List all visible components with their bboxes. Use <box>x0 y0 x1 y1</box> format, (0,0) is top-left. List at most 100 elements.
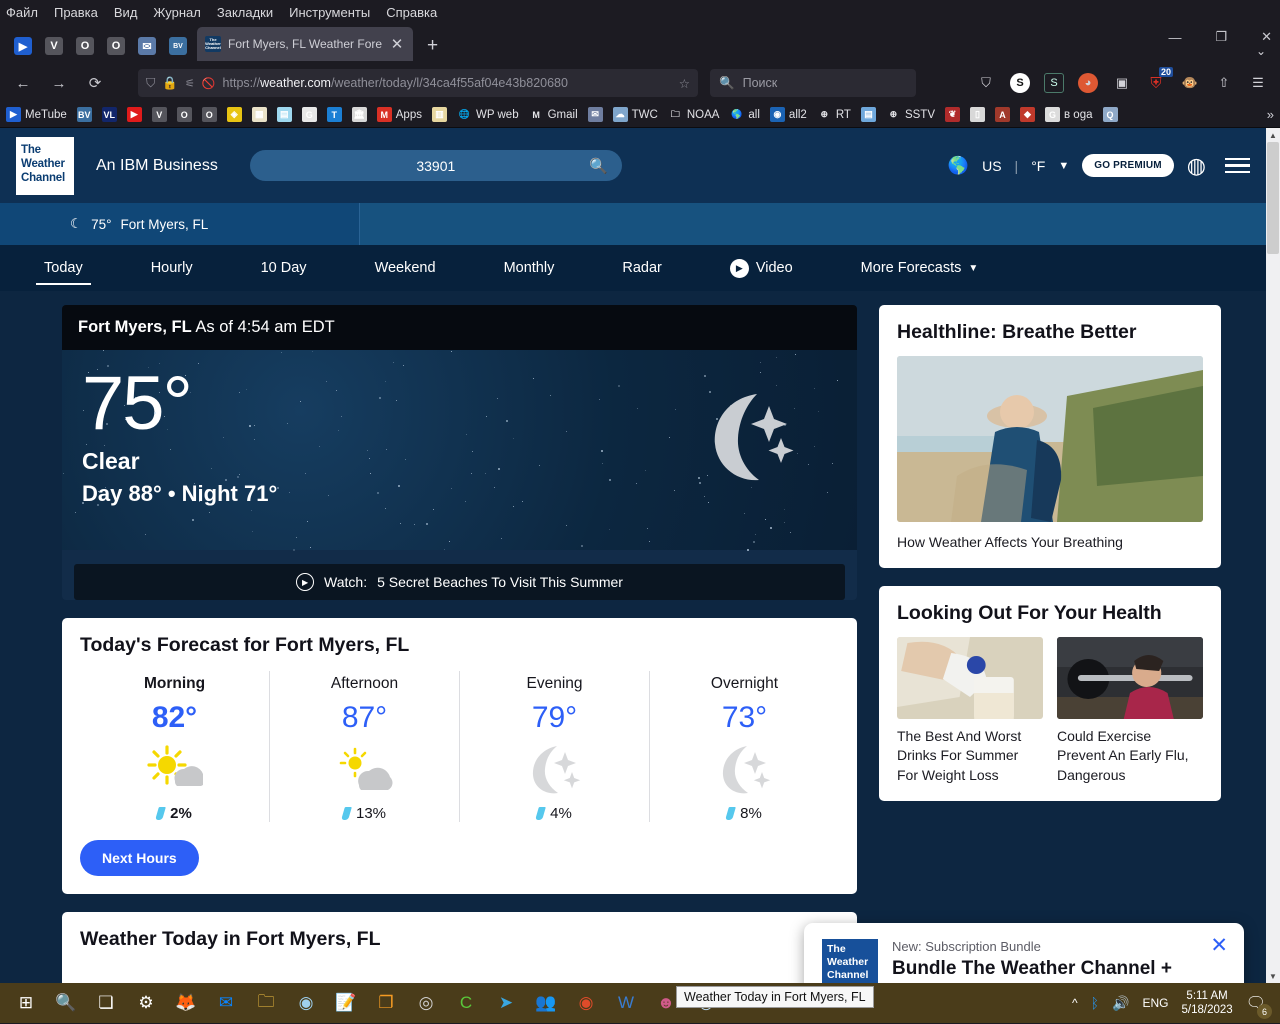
watch-video-bar[interactable]: ▶ Watch: 5 Secret Beaches To Visit This … <box>74 564 845 600</box>
pinned-tab-o2-icon[interactable]: O <box>107 37 125 55</box>
site-search-input[interactable]: 33901 🔍 <box>249 150 622 181</box>
menu-view[interactable]: Вид <box>114 5 138 20</box>
health-item-1[interactable]: The Best And Worst Drinks For Summer For… <box>897 636 1043 785</box>
bookmark-item[interactable]: Gв oga <box>1045 107 1093 122</box>
healthline-caption[interactable]: How Weather Affects Your Breathing <box>897 533 1203 552</box>
telegram-icon[interactable]: ➤ <box>486 983 526 1023</box>
adblock-icon[interactable]: ⛨ 20 <box>1146 67 1173 93</box>
health-item-2[interactable]: Could Exercise Prevent An Early Flu, Dan… <box>1057 636 1203 785</box>
bookmark-item[interactable]: ▶ <box>126 107 142 122</box>
bookmark-item[interactable]: ▤ <box>276 107 292 122</box>
forward-button[interactable]: → <box>44 69 74 97</box>
word-icon[interactable]: W <box>606 983 646 1023</box>
search-icon[interactable]: 🔍 <box>46 983 86 1023</box>
pinned-tab-v-icon[interactable]: V <box>45 37 63 55</box>
list-all-tabs-icon[interactable]: ⌄ <box>1256 44 1266 58</box>
bookmark-item[interactable]: ◆ <box>1020 107 1035 122</box>
globe-icon[interactable]: 🌎 <box>948 156 969 176</box>
back-button[interactable]: ← <box>8 69 38 97</box>
bookmark-item[interactable]: Q <box>1102 107 1118 122</box>
menu-help[interactable]: Справка <box>386 5 437 20</box>
minimize-button[interactable]: — <box>1168 30 1181 45</box>
new-tab-button[interactable]: + <box>427 35 438 57</box>
extension-icon[interactable]: ⇧ <box>1214 73 1234 93</box>
tracking-off-icon[interactable]: 🚫 <box>202 77 216 90</box>
nav-tab-10-day[interactable]: 10 Day <box>253 245 315 291</box>
bluetooth-icon[interactable]: ᛒ <box>1091 995 1099 1011</box>
page-scrollbar[interactable]: ▲ ▼ <box>1266 128 1280 983</box>
bookmark-item[interactable]: T <box>326 107 342 122</box>
bookmark-item[interactable]: ☁ TWC <box>612 107 658 122</box>
bookmark-item[interactable]: ⊕ RT <box>817 107 851 122</box>
bookmark-item[interactable]: ◉ all2 <box>769 107 807 122</box>
menu-edit[interactable]: Правка <box>54 5 98 20</box>
weather-channel-logo[interactable]: The Weather Channel <box>16 136 74 195</box>
bookmark-item[interactable]: M Gmail <box>529 107 577 122</box>
menu-bookmarks[interactable]: Закладки <box>217 5 273 20</box>
close-tab-icon[interactable]: ✕ <box>389 35 405 53</box>
start-icon[interactable]: ⊞ <box>6 983 46 1023</box>
maximize-button[interactable]: ❐ <box>1215 29 1227 45</box>
c-app-icon[interactable]: C <box>446 983 486 1023</box>
bookmark-item[interactable]: V <box>151 107 167 122</box>
bookmark-item[interactable]: O <box>176 107 192 122</box>
settings-icon[interactable]: ⚙ <box>126 983 166 1023</box>
scroll-down-arrow[interactable]: ▼ <box>1266 969 1280 983</box>
steam-icon[interactable]: ◉ <box>286 983 326 1023</box>
thunderbird-icon[interactable]: ✉ <box>206 983 246 1023</box>
app-menu-icon[interactable]: ☰ <box>1248 73 1268 93</box>
next-hours-button[interactable]: Next Hours <box>80 840 199 876</box>
search-bar[interactable]: 🔍 Поиск <box>710 69 916 97</box>
nav-tab-more-forecasts[interactable]: More Forecasts ▼ <box>853 245 987 291</box>
nav-tab-weekend[interactable]: Weekend <box>367 245 444 291</box>
close-icon[interactable]: ✕ <box>1210 933 1228 958</box>
virtualbox-icon[interactable]: ❐ <box>366 983 406 1023</box>
bookmark-item[interactable]: ▶ MeTube <box>6 107 67 122</box>
bookmark-star-icon[interactable]: ☆ <box>679 76 690 91</box>
monkey-icon[interactable]: 🐵 <box>1180 73 1200 93</box>
healthline-image[interactable] <box>897 356 1203 522</box>
scrollbar-thumb[interactable] <box>1267 142 1279 254</box>
firefox-icon[interactable]: 🦊 <box>166 983 206 1023</box>
bookmark-item[interactable]: G <box>301 107 317 122</box>
hamburger-icon[interactable] <box>1225 157 1250 174</box>
nav-tab-radar[interactable]: Radar <box>614 245 670 291</box>
bookmark-item[interactable]: ▥ <box>431 107 447 122</box>
pocket-icon[interactable]: ⛉ <box>976 73 996 93</box>
bookmark-item[interactable]: 🌐 WP web <box>457 107 519 122</box>
lock-icon[interactable]: 🔒 <box>162 76 178 91</box>
close-window-button[interactable]: ✕ <box>1261 29 1272 45</box>
nav-tab-video[interactable]: ▶ Video <box>722 245 801 291</box>
nav-tab-hourly[interactable]: Hourly <box>143 245 201 291</box>
scroll-up-arrow[interactable]: ▲ <box>1266 128 1280 142</box>
reader-icon[interactable]: ▣ <box>1112 73 1132 93</box>
bookmark-item[interactable]: A <box>995 107 1010 122</box>
chevron-down-icon[interactable]: ▼ <box>1058 160 1069 172</box>
bookmark-item[interactable]: O <box>201 107 217 122</box>
pinned-tab-bitview-icon[interactable]: BV <box>169 37 187 55</box>
pinned-tab-mail-icon[interactable]: ✉ <box>138 37 156 55</box>
task-view-icon[interactable]: ❏ <box>86 983 126 1023</box>
shield-icon[interactable]: ⛉ <box>146 76 155 91</box>
language-indicator[interactable]: ENG <box>1143 996 1169 1010</box>
bookmark-item[interactable]: ◈ <box>226 107 242 122</box>
nav-tab-monthly[interactable]: Monthly <box>496 245 563 291</box>
nav-tab-today[interactable]: Today <box>36 245 91 291</box>
go-premium-button[interactable]: GO PREMIUM <box>1082 154 1174 177</box>
menu-file[interactable]: Файл <box>6 5 38 20</box>
notepad-icon[interactable]: 📝 <box>326 983 366 1023</box>
pinned-tab-o1-icon[interactable]: O <box>76 37 94 55</box>
bookmark-item[interactable]: ▤ <box>860 107 876 122</box>
s-circle-icon[interactable]: S <box>1010 73 1030 93</box>
account-icon[interactable]: ◍ <box>1187 153 1206 179</box>
bookmark-item[interactable]: M Apps <box>376 107 422 122</box>
region-label[interactable]: US <box>982 158 1001 174</box>
url-bar[interactable]: ⛉ 🔒 ⚟ 🚫 https://weather.com/weather/toda… <box>138 69 698 97</box>
bookmark-item[interactable]: ⊕ SSTV <box>886 107 935 122</box>
bookmark-item[interactable]: ▯ <box>970 107 985 122</box>
users-icon[interactable]: 👥 <box>526 983 566 1023</box>
reload-button[interactable]: ⟳ <box>80 69 110 97</box>
bookmark-item[interactable]: 🏛 <box>351 107 367 122</box>
menu-history[interactable]: Журнал <box>153 5 200 20</box>
file-explorer-icon[interactable]: 🗀 <box>246 983 286 1023</box>
